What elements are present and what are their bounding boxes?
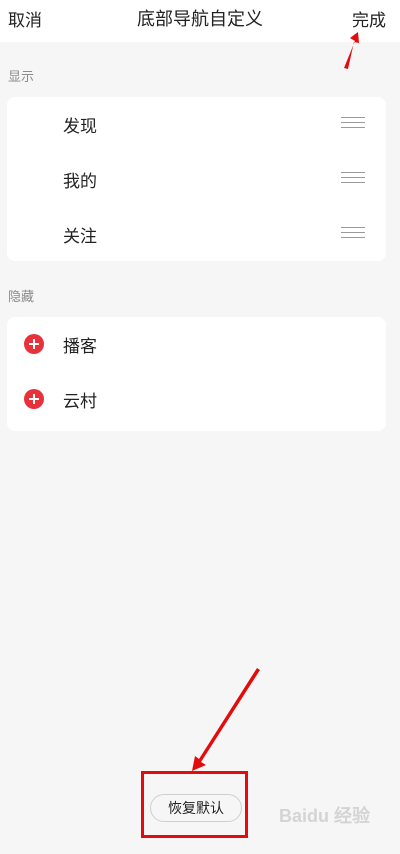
annotation-arrow-restore <box>192 668 260 771</box>
watermark: Baidu 经验 <box>278 806 370 826</box>
annotation-arrow-done <box>344 32 359 69</box>
annotation-arrows <box>192 32 359 771</box>
